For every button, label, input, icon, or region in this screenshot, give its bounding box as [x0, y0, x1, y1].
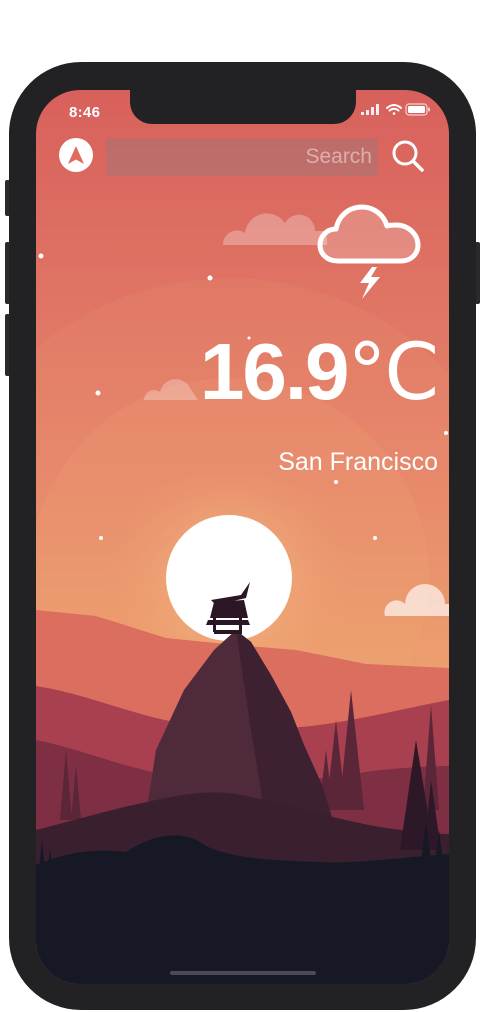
navigation-arrow-icon: [68, 146, 84, 164]
status-icons: [361, 103, 431, 122]
wifi-icon: [386, 104, 402, 115]
thunderstorm-cloud-icon: [317, 204, 421, 299]
temperature-unit: °C: [347, 328, 439, 418]
search-icon: [392, 140, 424, 172]
search-button[interactable]: [388, 136, 428, 176]
temperature-value: 16.9: [199, 327, 350, 416]
battery-icon: [405, 103, 430, 116]
city-name: San Francisco: [278, 448, 438, 476]
search-input[interactable]: Search: [106, 138, 378, 176]
app-screen: 8:46 Search 16.9°C San Francisco: [36, 90, 449, 984]
signal-icon: [361, 104, 379, 115]
search-placeholder: Search: [305, 145, 372, 168]
device-notch: [130, 90, 356, 124]
current-location-button[interactable]: [59, 138, 93, 172]
home-indicator: [170, 971, 316, 975]
status-time: 8:46: [69, 104, 101, 121]
phone-frame: 8:46 Search 16.9°C San Francisco: [5, 62, 480, 1012]
temperature-display: 16.9°C: [199, 326, 439, 418]
